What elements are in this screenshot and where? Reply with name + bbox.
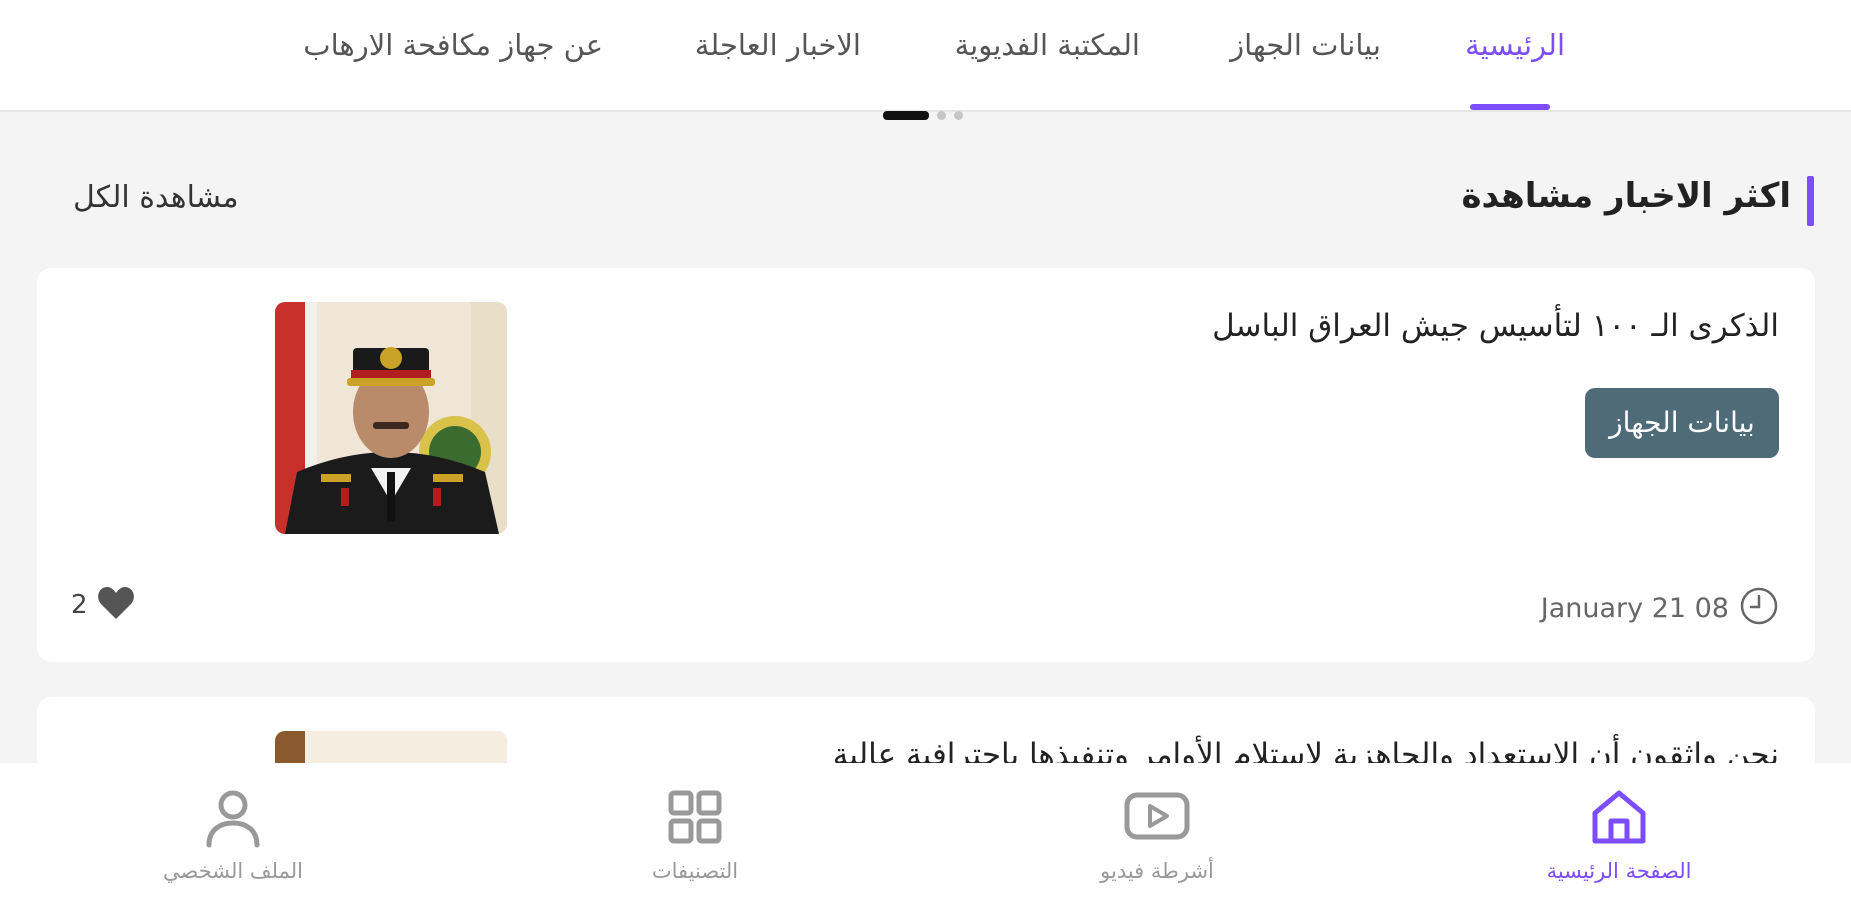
tab-about[interactable]: عن جهاز مكافحة الارهاب <box>303 28 603 68</box>
tab-video-library[interactable]: المكتبة الفديوية <box>955 28 1140 68</box>
news-card[interactable]: الذكرى الـ ١٠٠ لتأسيس جيش العراق الباسل … <box>37 268 1815 662</box>
bottom-nav: الصفحة الرئيسية أشرطة فيديو التصنيفات ال… <box>0 763 1851 900</box>
heart-icon[interactable] <box>96 584 136 626</box>
tab-home[interactable]: الرئيسية <box>1465 28 1565 68</box>
carousel-pager <box>883 110 963 120</box>
most-viewed-header: اكثر الاخبار مشاهدة مشاهدة الكل <box>0 166 1851 226</box>
active-tab-indicator <box>1470 104 1550 110</box>
officer-portrait-image <box>275 302 507 534</box>
bottom-nav-label: الصفحة الرئيسية <box>1546 859 1692 883</box>
category-button[interactable]: بيانات الجهاز <box>1585 388 1779 458</box>
bottom-nav-videos[interactable]: أشرطة فيديو <box>1047 785 1267 895</box>
grid-icon <box>663 785 727 853</box>
pager-dot[interactable] <box>954 110 963 120</box>
bottom-nav-categories[interactable]: التصنيفات <box>585 785 805 895</box>
date-text: January 21 08 <box>1540 592 1729 624</box>
video-icon <box>1122 785 1192 853</box>
pager-dot-active[interactable] <box>883 110 929 120</box>
like-count: 2 <box>71 590 88 620</box>
clock-icon <box>1739 586 1779 630</box>
user-icon <box>201 785 265 853</box>
section-title: اكثر الاخبار مشاهدة <box>1461 176 1791 216</box>
like-button[interactable]: 2 <box>71 584 136 626</box>
news-date: January 21 08 <box>1541 586 1779 630</box>
bottom-nav-label: أشرطة فيديو <box>1100 859 1214 883</box>
tab-device-statements[interactable]: بيانات الجهاز <box>1230 28 1381 68</box>
bottom-nav-profile[interactable]: الملف الشخصي <box>123 785 343 895</box>
bottom-nav-label: الملف الشخصي <box>163 859 303 883</box>
bottom-nav-home[interactable]: الصفحة الرئيسية <box>1509 785 1729 895</box>
top-tabs: الرئيسية بيانات الجهاز المكتبة الفديوية … <box>0 0 1851 110</box>
top-nav: الرئيسية بيانات الجهاز المكتبة الفديوية … <box>0 0 1851 120</box>
view-all-link[interactable]: مشاهدة الكل <box>73 180 239 215</box>
news-title[interactable]: الذكرى الـ ١٠٠ لتأسيس جيش العراق الباسل <box>1212 308 1779 344</box>
home-icon <box>1587 785 1651 853</box>
section-accent-bar <box>1807 176 1814 226</box>
bottom-nav-label: التصنيفات <box>651 859 739 883</box>
pager-dot[interactable] <box>937 110 946 120</box>
news-thumbnail[interactable] <box>275 302 507 534</box>
tab-breaking-news[interactable]: الاخبار العاجلة <box>695 28 861 68</box>
